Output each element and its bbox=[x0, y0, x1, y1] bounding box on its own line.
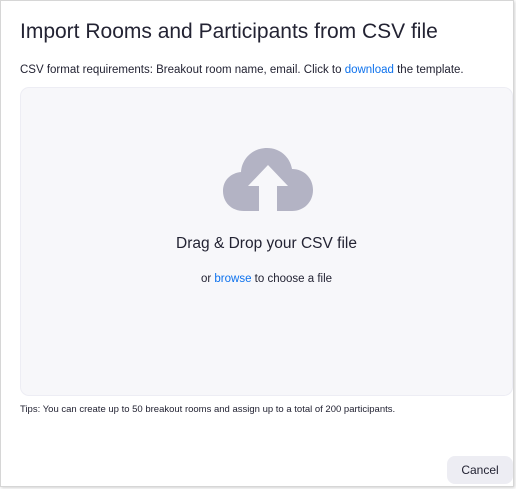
csv-dropzone[interactable]: Drag & Drop your CSV file or browse to c… bbox=[20, 87, 513, 396]
cancel-button[interactable]: Cancel bbox=[447, 456, 513, 484]
requirements-suffix: the template. bbox=[393, 64, 464, 76]
dropzone-title: Drag & Drop your CSV file bbox=[176, 235, 357, 252]
csv-requirements-text: CSV format requirements: Breakout room n… bbox=[20, 64, 464, 76]
download-template-link[interactable]: download bbox=[345, 64, 394, 76]
browse-suffix: to choose a file bbox=[251, 273, 333, 285]
browse-link[interactable]: browse bbox=[214, 273, 251, 285]
browse-line: or browse to choose a file bbox=[21, 273, 512, 285]
tips-text: Tips: You can create up to 50 breakout r… bbox=[20, 404, 396, 415]
requirements-prefix: CSV format requirements: Breakout room n… bbox=[20, 64, 345, 76]
cloud-upload-icon bbox=[223, 148, 313, 211]
browse-prefix: or bbox=[200, 273, 215, 285]
import-csv-dialog: Import Rooms and Participants from CSV f… bbox=[0, 0, 514, 487]
dialog-title: Import Rooms and Participants from CSV f… bbox=[20, 20, 438, 43]
